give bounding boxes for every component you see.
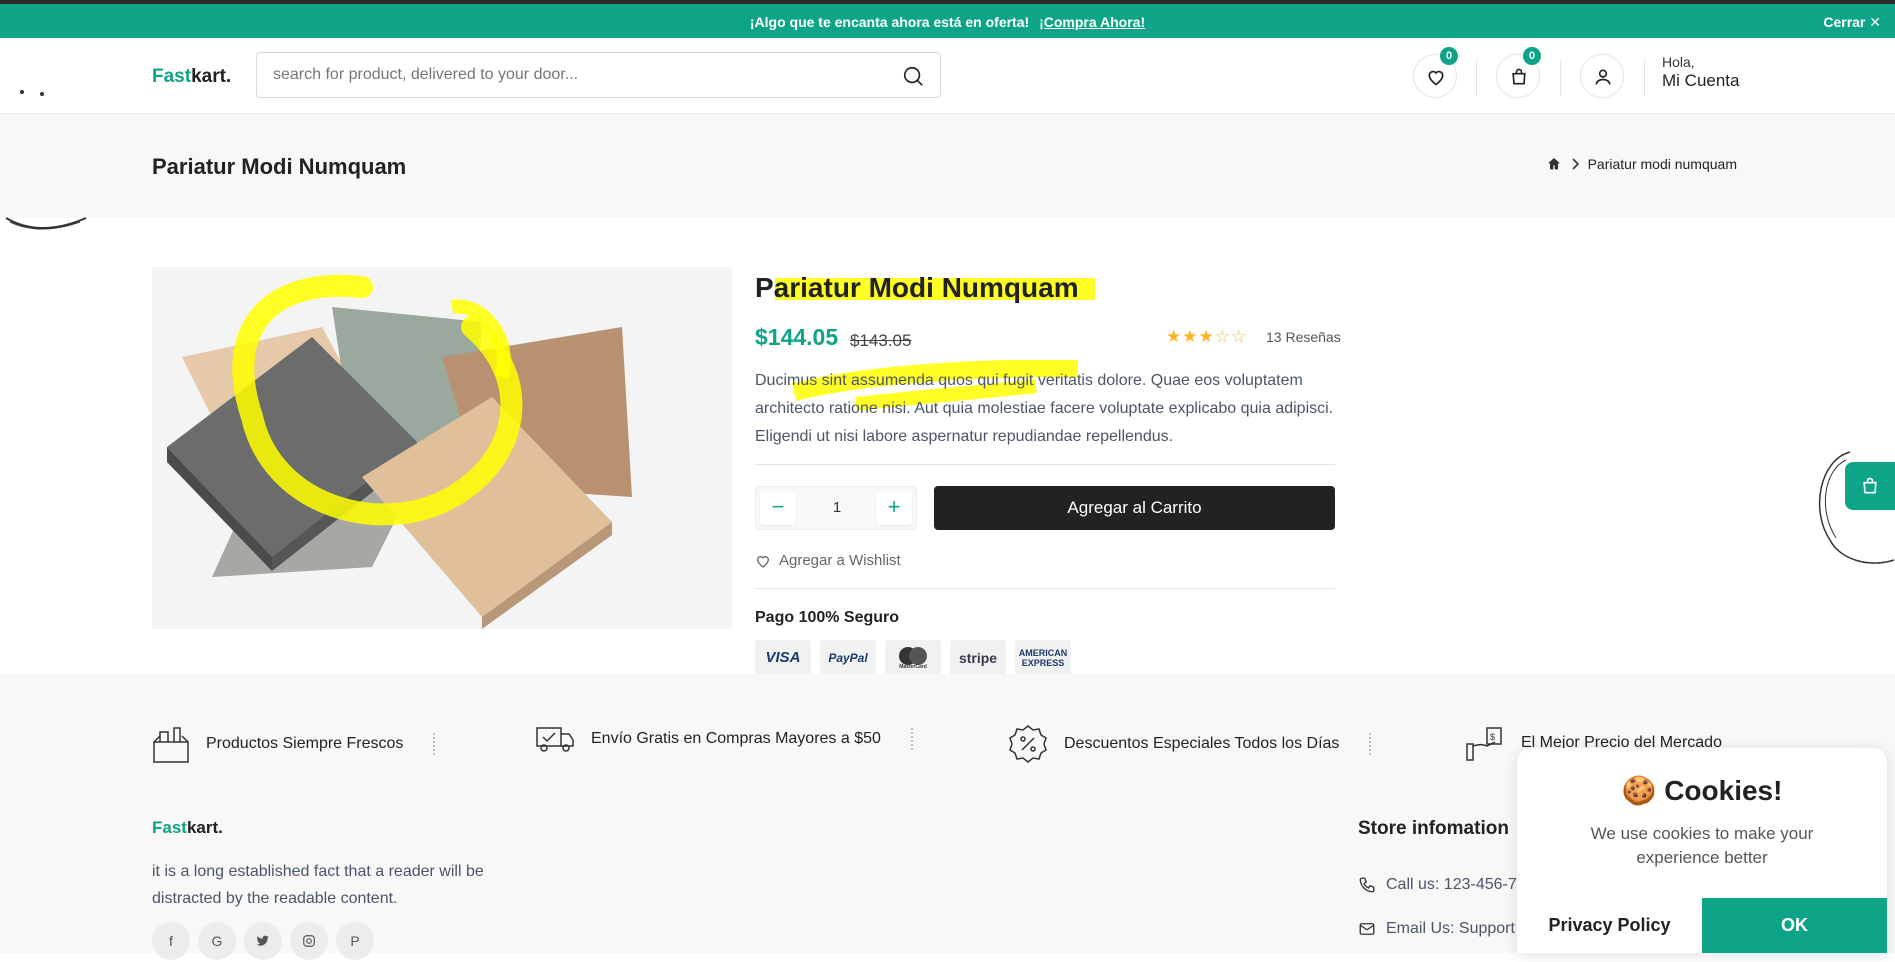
google-icon[interactable]: G xyxy=(198,922,236,960)
breadcrumb-current: Pariatur modi numquam xyxy=(1587,156,1737,172)
store-email[interactable]: Email Us: Support xyxy=(1358,920,1515,938)
add-to-cart-button[interactable]: Agregar al Carrito xyxy=(934,486,1335,530)
discount-badge-icon xyxy=(1009,725,1047,763)
amex-logo: AMERICAN EXPRESS xyxy=(1015,640,1071,676)
service-label: Descuentos Especiales Todos los Días xyxy=(1064,735,1340,752)
user-icon xyxy=(1595,69,1611,85)
rating-stars: ★★★☆☆ xyxy=(1166,327,1247,347)
wishlist-button[interactable]: 0 xyxy=(1413,47,1458,98)
delivery-truck-icon xyxy=(536,727,574,752)
cookie-ok-button[interactable]: OK xyxy=(1702,898,1887,953)
instagram-icon[interactable] xyxy=(290,922,328,960)
service-daily-discounts: Descuentos Especiales Todos los Días xyxy=(1008,724,1372,764)
heart-icon xyxy=(756,555,770,568)
stone-tiles-image xyxy=(152,267,732,629)
cookie-title: 🍪 Cookies! xyxy=(1621,775,1783,806)
phone-icon xyxy=(1359,877,1375,893)
store-email-text: Email Us: Support xyxy=(1386,920,1515,937)
service-free-shipping: Envío Gratis en Compras Mayores a $50 xyxy=(535,724,913,754)
product-old-price: $143.05 xyxy=(850,331,912,350)
quantity-value[interactable]: 1 xyxy=(804,499,870,516)
store-phone-text: Call us: 123-456-7 xyxy=(1386,876,1517,893)
home-icon[interactable] xyxy=(1546,156,1562,172)
grocery-bag-icon xyxy=(153,727,189,763)
promo-shop-now-link[interactable]: ¡Compra Ahora! xyxy=(1039,14,1145,30)
cookie-consent-dialog: 🍪 Cookies! We use cookies to make your e… xyxy=(1517,748,1887,953)
service-label: Envío Gratis en Compras Mayores a $50 xyxy=(591,730,881,747)
account-button[interactable] xyxy=(1580,54,1624,98)
mail-icon xyxy=(1359,923,1375,935)
wishlist-label: Agregar a Wishlist xyxy=(779,552,901,569)
search-icon[interactable] xyxy=(902,65,924,87)
cookie-message: We use cookies to make your experience b… xyxy=(1590,824,1814,867)
promo-bar: ¡Algo que te encanta ahora está en ofert… xyxy=(0,4,1895,38)
privacy-policy-button[interactable]: Privacy Policy xyxy=(1517,898,1702,953)
quantity-minus-button[interactable]: − xyxy=(760,491,796,525)
heart-icon xyxy=(1428,70,1444,86)
footer-logo[interactable]: Fastkart. xyxy=(152,818,223,838)
decorative-swirl xyxy=(5,217,87,230)
divider xyxy=(755,464,1335,465)
wishlist-count-badge: 0 xyxy=(1440,47,1458,65)
facebook-icon[interactable]: f xyxy=(152,922,190,960)
loader-dots xyxy=(20,90,50,96)
product-description: Ducimus sint assumenda quos qui fugit ve… xyxy=(755,372,1334,445)
service-label: Productos Siempre Frescos xyxy=(206,735,404,752)
promo-close-button[interactable]: Cerrar ✕ xyxy=(1823,14,1881,31)
chevron-right-icon xyxy=(1572,158,1579,170)
twitter-icon[interactable] xyxy=(244,922,282,960)
shopping-bag-icon xyxy=(1512,68,1526,85)
account-greeting: Hola, xyxy=(1662,54,1695,70)
stripe-logo: stripe xyxy=(950,640,1006,676)
promo-text: ¡Algo que te encanta ahora está en ofert… xyxy=(749,14,1030,30)
review-count[interactable]: 13 Reseñas xyxy=(1266,329,1341,345)
account-link[interactable]: Mi Cuenta xyxy=(1662,71,1739,91)
price-tag-hand-icon: $ xyxy=(1466,727,1502,761)
quantity-stepper: − 1 + xyxy=(755,486,917,530)
divider xyxy=(1644,60,1645,96)
svg-text:$: $ xyxy=(1490,732,1495,742)
shopping-bag-icon xyxy=(1863,477,1877,494)
mastercard-circles-icon xyxy=(899,647,927,665)
site-logo[interactable]: Fastkart. xyxy=(152,66,231,88)
store-phone[interactable]: Call us: 123-456-7 xyxy=(1358,876,1517,894)
breadcrumb-section: Pariatur Modi Numquam Pariatur modi numq… xyxy=(0,114,1895,218)
service-fresh-products: Productos Siempre Frescos xyxy=(152,724,436,764)
product-image[interactable] xyxy=(152,267,732,629)
pinterest-icon[interactable]: P xyxy=(336,922,374,960)
floating-cart-button[interactable] xyxy=(1845,462,1895,510)
breadcrumb: Pariatur modi numquam xyxy=(1546,156,1737,172)
paypal-logo: PayPal xyxy=(820,640,876,676)
search-input[interactable] xyxy=(273,53,873,97)
page-title: Pariatur Modi Numquam xyxy=(152,154,407,179)
promo-message: ¡Algo que te encanta ahora está en ofert… xyxy=(0,14,1895,30)
store-info-title: Store infomation xyxy=(1358,818,1509,839)
product-title: Pariatur Modi Numquam xyxy=(755,272,1079,303)
social-links: f G P xyxy=(152,922,374,960)
divider xyxy=(755,588,1335,589)
cart-button[interactable]: 0 xyxy=(1496,47,1541,98)
site-header: Fastkart. 0 0 Hola, Mi Cuenta xyxy=(0,38,1895,114)
star-filled-icon: ★ xyxy=(1166,327,1183,346)
star-filled-icon: ★ xyxy=(1182,327,1199,346)
star-filled-icon: ★ xyxy=(1198,327,1215,346)
footer-about-text: it is a long established fact that a rea… xyxy=(152,863,484,907)
mastercard-logo: MasterCard xyxy=(885,640,941,676)
visa-logo: VISA xyxy=(755,640,811,676)
star-empty-icon: ☆ xyxy=(1231,327,1248,346)
divider xyxy=(1560,60,1561,96)
product-price: $144.05 xyxy=(755,324,839,350)
secure-payment-title: Pago 100% Seguro xyxy=(755,609,900,626)
divider xyxy=(1476,60,1477,96)
star-empty-icon: ☆ xyxy=(1214,327,1231,346)
cart-count-badge: 0 xyxy=(1523,47,1541,65)
quantity-plus-button[interactable]: + xyxy=(876,491,912,525)
search-box xyxy=(256,52,941,98)
add-to-wishlist-link[interactable]: Agregar a Wishlist xyxy=(755,552,901,569)
